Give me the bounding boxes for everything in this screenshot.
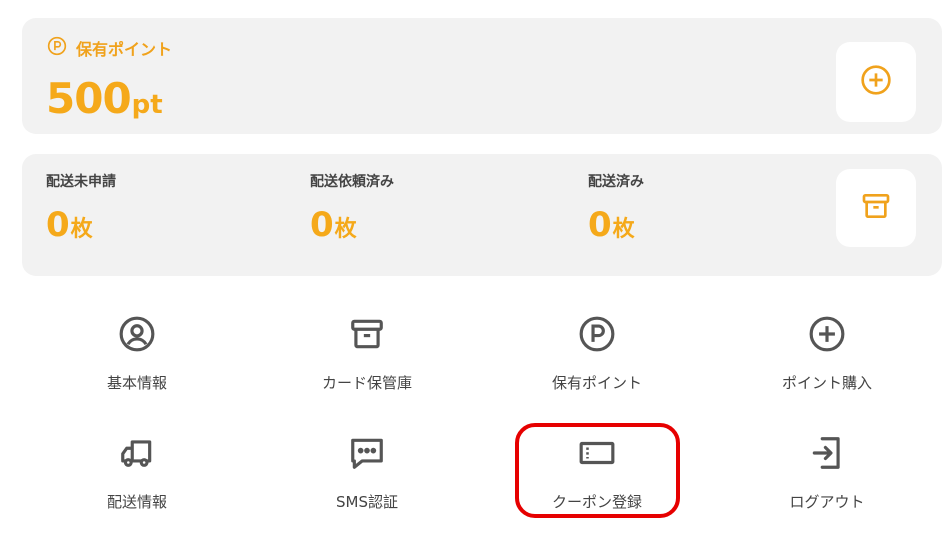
shipping-unrequested-label: 配送未申請 — [46, 174, 116, 190]
archive-box-icon — [347, 314, 387, 354]
menu-buy-points[interactable]: ポイント購入 — [712, 314, 942, 404]
shipping-shipped-label: 配送済み — [588, 174, 644, 190]
menu-owned-points-label: 保有ポイント — [551, 374, 642, 392]
buy-points-button[interactable] — [836, 42, 916, 122]
archive-box-icon — [860, 190, 892, 226]
shipping-requested-unit: 枚 — [334, 217, 357, 242]
shipping-shipped-count: 0 枚 — [588, 205, 644, 245]
menu-sms-verification-label: SMS認証 — [336, 493, 398, 511]
menu-shipping-info-label: 配送情報 — [106, 493, 167, 511]
shipping-unrequested: 配送未申請 0 枚 — [46, 171, 116, 245]
card-storage-button[interactable] — [836, 169, 916, 247]
points-balance-unit: pt — [131, 90, 163, 120]
plus-circle-icon — [807, 314, 847, 354]
menu-sms-verification[interactable]: SMS認証 — [252, 433, 482, 523]
menu-logout[interactable]: ログアウト — [712, 433, 942, 523]
points-card: 保有ポイント 500 pt — [22, 18, 942, 134]
menu-owned-points[interactable]: 保有ポイント — [482, 314, 712, 404]
points-label-text: 保有ポイント — [76, 40, 173, 59]
menu-basic-info[interactable]: 基本情報 — [22, 314, 252, 404]
menu-card-storage[interactable]: カード保管庫 — [252, 314, 482, 404]
truck-icon — [117, 433, 157, 473]
menu-basic-info-label: 基本情報 — [106, 374, 167, 392]
menu-coupon-registration-label: クーポン登録 — [551, 493, 642, 511]
shipping-unrequested-count: 0 枚 — [46, 205, 116, 245]
points-balance: 500 pt — [46, 74, 163, 123]
shipping-shipped-number: 0 — [588, 205, 612, 245]
shipping-status-card: 配送未申請 0 枚 配送依頼済み 0 枚 配送済み 0 枚 — [22, 154, 942, 276]
menu-card-storage-label: カード保管庫 — [321, 374, 412, 392]
shipping-shipped-unit: 枚 — [612, 217, 635, 242]
points-label: 保有ポイント — [47, 36, 172, 60]
shipping-shipped: 配送済み 0 枚 — [588, 171, 644, 245]
shipping-requested-count: 0 枚 — [310, 205, 394, 245]
menu-coupon-registration[interactable]: クーポン登録 — [482, 433, 712, 523]
chat-bubble-icon — [347, 433, 387, 473]
shipping-requested: 配送依頼済み 0 枚 — [310, 171, 394, 245]
shipping-requested-label: 配送依頼済み — [310, 174, 394, 190]
menu-buy-points-label: ポイント購入 — [781, 374, 872, 392]
menu-shipping-info[interactable]: 配送情報 — [22, 433, 252, 523]
plus-circle-icon — [860, 64, 892, 100]
logout-icon — [807, 433, 847, 473]
shipping-unrequested-unit: 枚 — [70, 217, 93, 242]
shipping-requested-number: 0 — [310, 205, 334, 245]
menu-logout-label: ログアウト — [789, 493, 865, 511]
ticket-icon — [577, 433, 617, 473]
user-circle-icon — [117, 314, 157, 354]
p-circle-icon — [577, 314, 617, 354]
p-circle-icon — [47, 36, 67, 60]
shipping-unrequested-number: 0 — [46, 205, 70, 245]
points-balance-number: 500 — [46, 74, 132, 123]
